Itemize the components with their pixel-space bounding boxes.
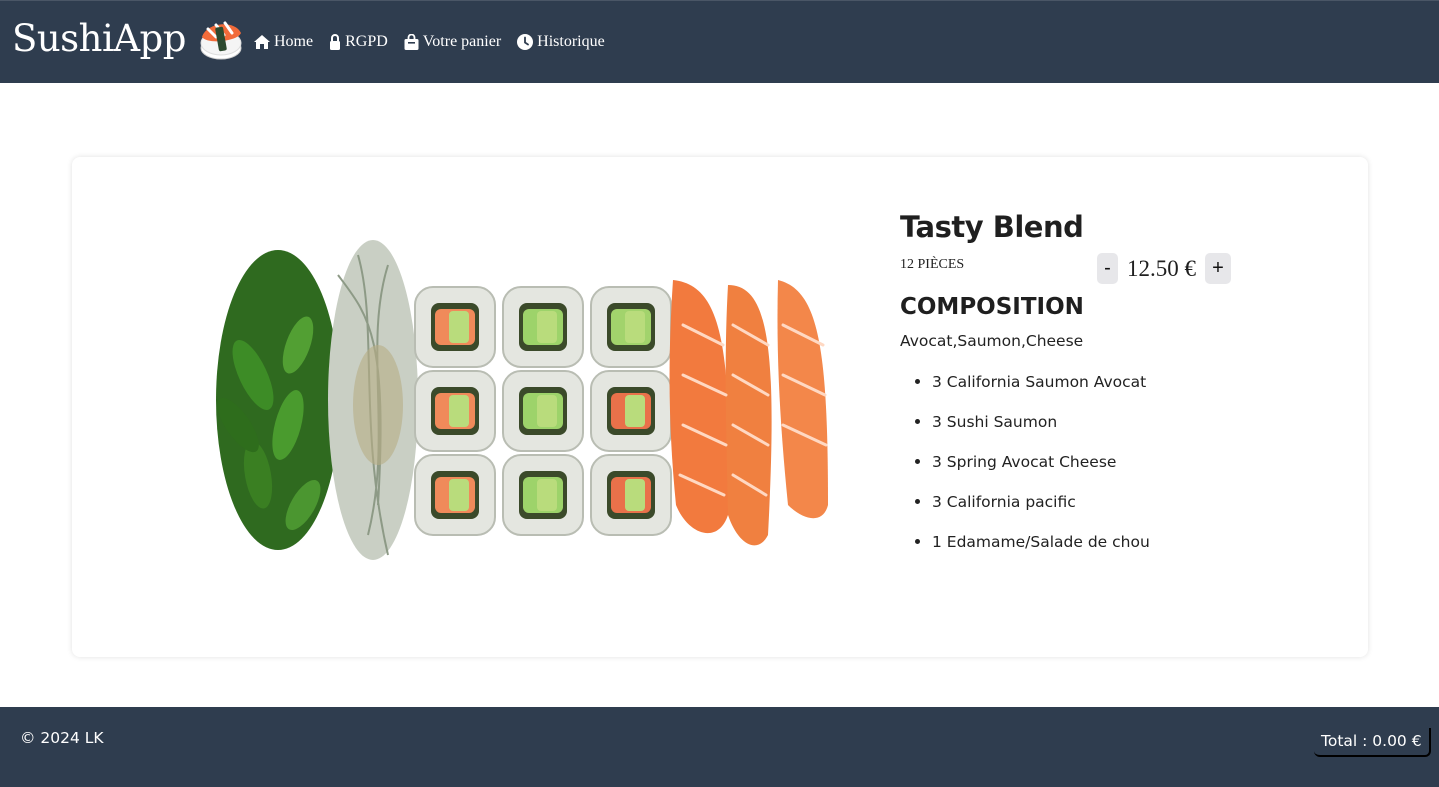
brand[interactable]: SushiApp xyxy=(12,15,244,63)
product-image xyxy=(216,240,828,560)
nav-home[interactable]: Home xyxy=(254,31,313,53)
maki-avocado xyxy=(449,311,469,343)
salmon-nigiri xyxy=(669,280,828,546)
brand-title[interactable]: SushiApp xyxy=(12,15,186,63)
maki-avocado xyxy=(625,479,645,511)
cabbage-salad xyxy=(328,240,418,560)
maki-avocado xyxy=(537,395,557,427)
maki-avocado xyxy=(625,395,645,427)
nav-cart[interactable]: Votre panier xyxy=(404,31,501,53)
maki-avocado xyxy=(625,311,645,343)
nav-rgpd-label: RGPD xyxy=(345,33,388,50)
top-navbar: SushiApp Home RGPD Votre panier Historiq… xyxy=(0,0,1439,83)
sushi-logo-icon xyxy=(200,21,242,60)
maki-avocado xyxy=(449,479,469,511)
product-price: 12.50 € xyxy=(1127,256,1196,281)
list-item: 3 Sushi Saumon xyxy=(915,411,1150,451)
nav-cart-label: Votre panier xyxy=(422,33,502,50)
nav-rgpd[interactable]: RGPD xyxy=(329,31,388,53)
composition-summary: Avocat,Saumon,Cheese xyxy=(900,332,1084,350)
increase-button[interactable]: + xyxy=(1205,253,1231,284)
maki-rolls xyxy=(414,286,672,536)
list-item: 3 California Saumon Avocat xyxy=(915,371,1150,411)
nav-history-label: Historique xyxy=(537,33,605,50)
clock-icon xyxy=(517,34,534,50)
maki-avocado xyxy=(537,311,557,343)
composition-heading: COMPOSITION xyxy=(900,294,1084,320)
home-icon xyxy=(254,35,270,49)
maki-avocado xyxy=(449,395,469,427)
quantity-stepper: - 12.50 € + xyxy=(1097,253,1231,284)
main-nav: Home RGPD Votre panier Historique xyxy=(254,31,621,53)
nav-home-label: Home xyxy=(274,33,314,50)
nav-history[interactable]: Historique xyxy=(517,31,605,53)
maki-avocado xyxy=(537,479,557,511)
cart-total-button[interactable]: Total : 0.00 € xyxy=(1314,728,1431,757)
list-item: 3 California pacific xyxy=(915,491,1150,531)
decrease-button[interactable]: - xyxy=(1097,253,1118,284)
composition-list: 3 California Saumon Avocat 3 Sushi Saumo… xyxy=(915,371,1150,571)
list-item: 3 Spring Avocat Cheese xyxy=(915,451,1150,491)
copyright: © 2024 LK xyxy=(20,729,104,747)
lock-icon xyxy=(330,34,341,50)
footer: © 2024 LK Total : 0.00 € xyxy=(0,707,1439,787)
list-item: 1 Edamame/Salade de chou xyxy=(915,531,1150,571)
shopping-bag-icon xyxy=(404,34,419,50)
pieces-count: 12 PIÈCES xyxy=(900,257,965,272)
edamame-garnish xyxy=(216,250,340,550)
product-name: Tasty Blend xyxy=(900,210,1084,244)
